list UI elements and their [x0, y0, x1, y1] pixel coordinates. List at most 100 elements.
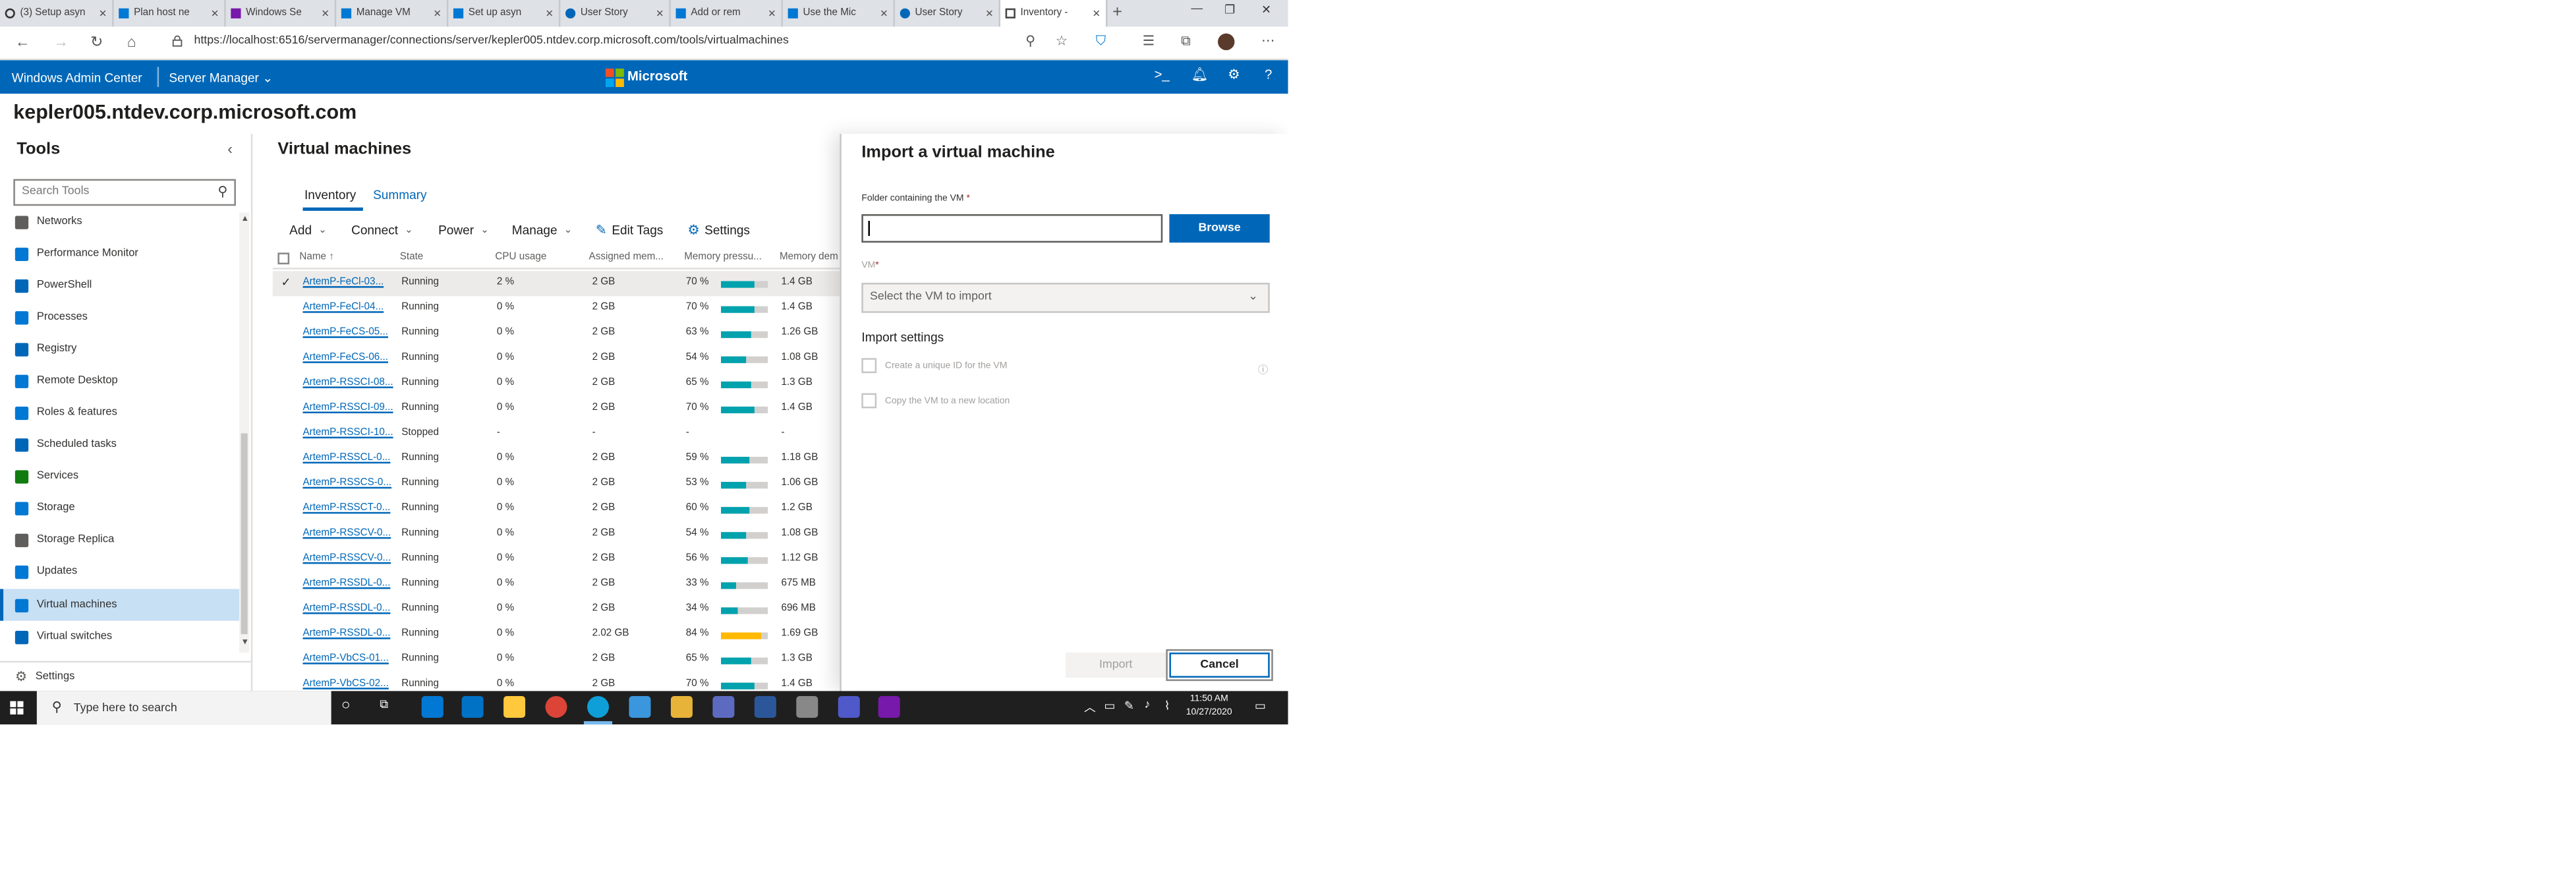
column-header-memory-pressure[interactable]: Memory pressu... [684, 252, 762, 262]
close-tab-icon[interactable]: ✕ [768, 7, 776, 19]
zoom-icon[interactable]: ⚲ [1025, 34, 1035, 49]
wifi-icon[interactable]: ⌇ [1164, 699, 1170, 713]
browser-tab[interactable]: User Story ✕ [560, 0, 671, 27]
task-view-icon[interactable]: ⧉ [380, 699, 388, 713]
refresh-icon[interactable]: ↻ [90, 34, 103, 52]
sidebar-item-processes[interactable]: Processes [0, 301, 239, 333]
volume-icon[interactable]: ♪ [1144, 699, 1150, 711]
sidebar-item-remote-desktop[interactable]: Remote Desktop [0, 365, 239, 396]
maximize-icon[interactable]: ❐ [1224, 3, 1235, 17]
minimize-icon[interactable]: — [1191, 3, 1203, 15]
column-header-state[interactable]: State [400, 252, 424, 262]
unique-id-checkbox[interactable]: Create a unique ID for the VM [861, 358, 1007, 374]
browser-tab[interactable]: Add or rem ✕ [671, 0, 784, 27]
vm-name-link[interactable]: ArtemP-RSSDL-0... [302, 629, 390, 639]
table-row[interactable]: ArtemP-FeCS-06... Running 0 % 2 GB 54 % 1.08 … [273, 346, 842, 371]
help-icon[interactable]: ? [1265, 67, 1272, 82]
close-tab-icon[interactable]: ✕ [656, 7, 664, 19]
vm-name-link[interactable]: ArtemP-RSSCS-0... [302, 479, 391, 488]
windows-start-icon[interactable] [10, 701, 24, 715]
sidebar-item-scheduled-tasks[interactable]: Scheduled tasks [0, 428, 239, 460]
manage-button[interactable]: Manage ⌄ [512, 223, 573, 238]
cortana-icon[interactable]: ○ [341, 696, 351, 713]
browser-tab[interactable]: Use the Mic ✕ [783, 0, 896, 27]
vm-name-link[interactable]: ArtemP-RSSDL-0... [302, 579, 390, 589]
file-explorer-icon[interactable] [503, 696, 526, 718]
sidebar-item-updates[interactable]: Updates [0, 556, 239, 587]
chrome-icon[interactable] [545, 696, 567, 718]
copy-vm-checkbox[interactable]: Copy the VM to a new location [861, 393, 1010, 409]
app-icon[interactable] [712, 696, 735, 718]
sidebar-item-performance-monitor[interactable]: Performance Monitor [0, 237, 239, 269]
notification-center-icon[interactable]: ▭ [1255, 699, 1266, 713]
folder-input[interactable] [861, 214, 1163, 243]
table-row[interactable]: ArtemP-RSSCV-0... Running 0 % 2 GB 54 % 1.08 … [273, 522, 842, 547]
browser-tab[interactable]: User Story ✕ [895, 0, 1001, 27]
vm-name-link[interactable]: ArtemP-RSSCI-10... [302, 428, 393, 438]
shield-icon[interactable]: ⛉ [1096, 34, 1106, 50]
sidebar-item-networks[interactable]: Networks [0, 209, 239, 237]
vm-name-link[interactable]: ArtemP-FeCl-04... [302, 303, 384, 312]
sidebar-item-roles-features[interactable]: Roles & features [0, 397, 239, 428]
more-icon[interactable]: ⋯ [1261, 34, 1274, 49]
edit-tags-button[interactable]: ✎ Edit Tags [596, 223, 664, 238]
favorite-star-icon[interactable]: ☆ [1056, 34, 1068, 49]
table-row[interactable]: ArtemP-FeCS-05... Running 0 % 2 GB 63 % 1.26 … [273, 321, 842, 346]
powershell-app-icon[interactable] [754, 696, 776, 718]
sidebar-item-storage[interactable]: Storage [0, 492, 239, 523]
vm-name-link[interactable]: ArtemP-RSSCI-09... [302, 403, 393, 413]
close-tab-icon[interactable]: ✕ [880, 7, 888, 19]
add-button[interactable]: Add ⌄ [289, 223, 327, 238]
powershell-prompt-icon[interactable]: >_ [1155, 67, 1170, 82]
sidebar-item-virtual-switches[interactable]: Virtual switches [0, 621, 239, 653]
onenote-icon[interactable] [878, 696, 900, 718]
notifications-bell-icon[interactable]: 🔔︎ [1191, 67, 1208, 82]
back-icon[interactable]: ← [15, 34, 30, 50]
table-row[interactable]: ArtemP-RSSCT-0... Running 0 % 2 GB 60 % 1.2 G… [273, 497, 842, 522]
close-tab-icon[interactable]: ✕ [99, 7, 107, 19]
app-title[interactable]: Windows Admin Center [12, 71, 142, 86]
sidebar-item-registry[interactable]: Registry [0, 333, 239, 365]
tab-summary[interactable]: Summary [373, 187, 426, 202]
vm-name-link[interactable]: ArtemP-RSSCI-08... [302, 378, 393, 388]
home-icon[interactable]: ⌂ [127, 34, 136, 50]
vm-name-link[interactable]: ArtemP-VbCS-02... [302, 680, 388, 689]
tray-chevron-icon[interactable]: ︿ [1084, 699, 1096, 716]
info-icon[interactable]: ⓘ [1258, 361, 1268, 376]
sticky-app-icon[interactable] [670, 696, 693, 718]
forward-icon[interactable]: → [53, 34, 69, 50]
sidebar-item-virtual-machines[interactable]: Virtual machines [0, 589, 240, 621]
tools-scrollbar[interactable]: ▲ ▼ [239, 212, 250, 653]
search-icon[interactable]: ⚲ [217, 184, 227, 199]
column-header-assigned-memory[interactable]: Assigned mem... [589, 252, 664, 262]
taskbar-clock[interactable]: 11:50 AM 10/27/2020 [1186, 694, 1232, 719]
table-row[interactable]: ArtemP-RSSDL-0... Running 0 % 2 GB 34 % 696 M… [273, 597, 842, 622]
browser-tab[interactable]: Windows Se ✕ [226, 0, 337, 27]
vm-name-link[interactable]: ArtemP-FeCS-06... [302, 353, 388, 363]
table-row[interactable]: ArtemP-RSSCI-09... Running 0 % 2 GB 70 % 1.4 … [273, 397, 842, 422]
outlook-icon[interactable] [461, 696, 484, 718]
select-all-checkbox[interactable] [277, 252, 290, 265]
table-row[interactable]: ArtemP-FeCl-04... Running 0 % 2 GB 70 % 1.4 G… [273, 296, 842, 321]
sidebar-item-settings[interactable]: ⚙ Settings [0, 660, 251, 691]
profile-avatar[interactable] [1218, 33, 1235, 51]
power-button[interactable]: Power ⌄ [438, 223, 489, 238]
scrollbar-thumb[interactable] [241, 433, 248, 635]
server-manager-dropdown[interactable]: Server Manager ⌄ [169, 71, 273, 86]
close-tab-icon[interactable]: ✕ [545, 7, 554, 19]
sidebar-item-storage-replica[interactable]: Storage Replica [0, 524, 239, 556]
edge-icon[interactable] [587, 696, 610, 718]
close-window-icon[interactable]: ✕ [1261, 3, 1271, 17]
network-tray-icon[interactable]: ▭ [1104, 699, 1115, 713]
vm-name-link[interactable]: ArtemP-RSSDL-0... [302, 604, 390, 614]
browser-tab[interactable]: Manage VM ✕ [336, 0, 449, 27]
scroll-down-icon[interactable]: ▼ [241, 637, 250, 647]
vm-select-dropdown[interactable]: Select the VM to import ⌄ [861, 283, 1270, 313]
row-check-icon[interactable]: ✓ [281, 276, 291, 289]
app-icon[interactable] [796, 696, 818, 718]
import-button[interactable]: Import [1066, 653, 1166, 678]
close-tab-icon[interactable]: ✕ [433, 7, 442, 19]
sidebar-item-powershell[interactable]: PowerShell [0, 270, 239, 301]
column-header-memory-demand[interactable]: Memory dem [780, 252, 838, 262]
vm-name-link[interactable]: ArtemP-RSSCT-0... [302, 504, 390, 513]
